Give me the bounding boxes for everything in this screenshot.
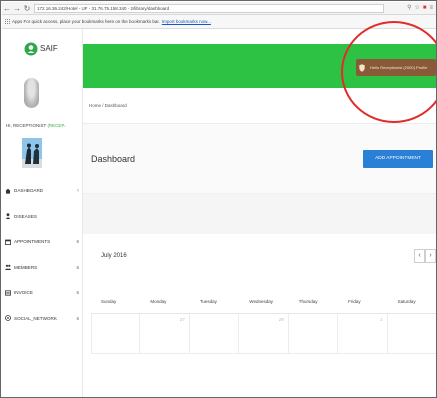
weekday-label: Sunday <box>101 299 117 304</box>
import-bookmarks-link[interactable]: Import bookmarks now... <box>162 19 211 24</box>
calendar-day-cell[interactable] <box>288 314 339 354</box>
calendar-day-cell[interactable]: 1 <box>338 314 388 354</box>
profile-photo <box>22 138 42 168</box>
star-icon[interactable]: ☆ <box>414 4 419 12</box>
sidebar-nav: DASHBOARD ‹ DISEASES APPOINTMENTS 6 MEMB… <box>2 178 82 331</box>
page-header: Dashboard ADD APPOINTMENT <box>83 124 436 194</box>
next-month-button[interactable]: › <box>425 249 436 263</box>
sidebar-item-count: 6 <box>76 290 79 296</box>
sidebar-item-label: SOCIAL_NETWORK <box>14 315 57 321</box>
active-arrow-icon: ‹ <box>77 187 79 194</box>
prev-month-button[interactable]: ‹ <box>414 249 425 263</box>
browser-window: ← → ↻ 172.16.36.242/Hotel - UF - 31.76.7… <box>0 0 437 398</box>
user-icon <box>5 213 11 220</box>
sidebar-item-appointments[interactable]: APPOINTMENTS 6 <box>2 229 82 255</box>
menu-icon[interactable]: ≡ <box>429 4 433 12</box>
weekday-label: Monday <box>150 299 167 304</box>
sidebar: SAIF HI, RECEPTIONIST (RECEP.. DASHBOARD… <box>2 29 83 397</box>
home-icon <box>5 188 11 194</box>
sidebar-item-dashboard[interactable]: DASHBOARD ‹ <box>2 178 82 204</box>
users-icon <box>5 264 11 271</box>
sidebar-item-members[interactable]: MEMBERS 6 <box>2 255 82 281</box>
calendar-day-cell[interactable] <box>189 314 240 354</box>
weekday-label: Tuesday <box>199 299 217 304</box>
calendar-month: July 2016 <box>101 253 127 259</box>
calendar: July 2016 ‹ › Sunday Monday Tuesday Wedn… <box>91 234 436 397</box>
reload-icon[interactable]: ↻ <box>22 3 32 14</box>
calendar-day-cell[interactable]: 29 <box>239 314 289 354</box>
sidebar-item-label: INVOICE <box>14 290 33 296</box>
add-appointment-button[interactable]: ADD APPOINTMENT <box>363 149 433 168</box>
user-greeting: HI, RECEPTIONIST (RECEP.. <box>2 123 82 128</box>
main-content: Home / Dashboard Dashboard ADD APPOINTME… <box>83 88 436 397</box>
calendar-header: July 2016 ‹ › <box>91 234 436 278</box>
sidebar-item-social-network[interactable]: SOCIAL_NETWORK 6 <box>2 306 82 332</box>
annotation-circle <box>341 21 436 123</box>
calendar-day-cell[interactable]: 27 <box>140 314 190 354</box>
forward-icon[interactable]: → <box>12 3 22 14</box>
weekday-label: Thursday <box>298 299 318 304</box>
calendar-day-cell[interactable] <box>387 314 436 354</box>
invoice-icon <box>5 290 11 296</box>
content-spacer <box>83 194 436 234</box>
sidebar-item-diseases[interactable]: DISEASES <box>2 204 82 230</box>
page-title: Dashboard <box>91 153 136 164</box>
bookmarks-hint: Apps For quick access, place your bookma… <box>12 19 160 24</box>
logo-text: SAIF <box>40 44 58 53</box>
weekday-label: Saturday <box>397 299 416 304</box>
user-greeting-name: HI, RECEPTIONIST <box>6 123 48 128</box>
avatar[interactable] <box>24 78 39 108</box>
calendar-grid: 27 29 1 <box>91 314 436 354</box>
weekday-label: Wednesday <box>249 299 273 304</box>
user-role: (RECEP.. <box>47 123 67 128</box>
saif-logo-icon <box>24 42 38 56</box>
weekday-label: Friday <box>348 299 361 304</box>
zoom-icon[interactable]: ⚲ <box>407 4 411 12</box>
address-bar-row: ← → ↻ 172.16.36.242/Hotel - UF - 31.76.7… <box>2 2 436 15</box>
apps-grid-icon[interactable] <box>5 19 10 24</box>
sidebar-item-invoice[interactable]: INVOICE 6 <box>2 280 82 306</box>
calendar-icon <box>5 239 11 245</box>
sidebar-item-label: APPOINTMENTS <box>14 239 51 245</box>
logo[interactable]: SAIF <box>2 29 82 68</box>
url-field[interactable]: 172.16.36.242/Hotel - UF - 31.76.75.158.… <box>34 3 384 13</box>
calendar-day-cell[interactable] <box>91 314 141 354</box>
calendar-weekdays: Sunday Monday Tuesday Wednesday Thursday… <box>91 290 436 314</box>
network-icon <box>5 315 11 322</box>
sidebar-item-count: 6 <box>76 239 79 245</box>
extension-icon[interactable]: ■ <box>423 4 427 12</box>
sidebar-item-count: 6 <box>76 264 79 270</box>
sidebar-item-label: DASHBOARD <box>14 188 44 194</box>
sidebar-item-count: 6 <box>76 315 79 321</box>
calendar-nav: ‹ › <box>414 249 436 263</box>
back-icon[interactable]: ← <box>2 3 12 14</box>
sidebar-item-label: DISEASES <box>14 213 37 219</box>
sidebar-item-label: MEMBERS <box>14 264 38 270</box>
